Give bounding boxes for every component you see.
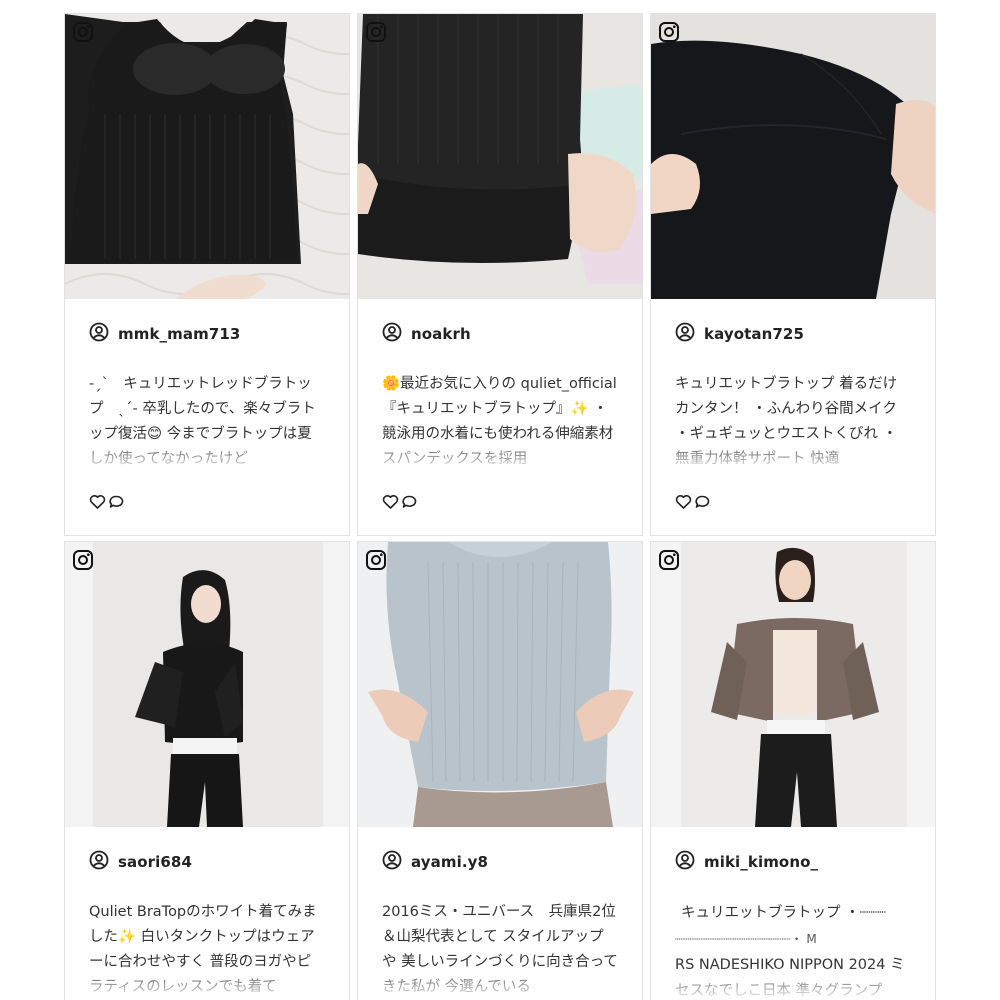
comment-icon[interactable]: [401, 494, 418, 514]
username: miki_kimono_: [704, 853, 819, 871]
caption-fade: [675, 966, 911, 1000]
post-actions: [675, 494, 711, 514]
instagram-icon: [364, 20, 388, 44]
username: ayami.y8: [411, 853, 489, 871]
post-photo[interactable]: [358, 542, 642, 827]
caption-fade: [382, 966, 618, 1000]
post-photo[interactable]: [651, 542, 935, 827]
post-caption: キュリエットブラトップ ・┈┈┈ ┈┈┈┈┈┈┈┈┈┈┈┈┈┈┈┈・ M RS …: [675, 900, 911, 1000]
post-caption: 🌼最近お気に入りの quliet_official 『キュリエットブラトップ』✨…: [382, 372, 618, 472]
post-photo[interactable]: [65, 14, 349, 299]
post-caption: 2016ミス・ユニバース 兵庫県2位＆山梨代表として スタイルアップや 美しいラ…: [382, 900, 618, 1000]
instagram-icon: [657, 548, 681, 572]
post-card[interactable]: noakrh 🌼最近お気に入りの quliet_official 『キュリエット…: [357, 13, 643, 536]
comment-icon[interactable]: [108, 494, 125, 514]
post-caption: キュリエットブラトップ 着るだけカンタン！ ・ふんわり谷間メイク ・ギュギュッと…: [675, 372, 911, 472]
user-circle-icon: [382, 850, 402, 874]
post-card[interactable]: kayotan725 キュリエットブラトップ 着るだけカンタン！ ・ふんわり谷間…: [650, 13, 936, 536]
post-author[interactable]: ayami.y8: [382, 850, 488, 874]
username: kayotan725: [704, 325, 805, 343]
instagram-icon: [71, 20, 95, 44]
user-circle-icon: [89, 850, 109, 874]
user-circle-icon: [675, 322, 695, 346]
post-card[interactable]: saori684 Quliet BraTopのホワイト着てみました✨ 白いタンク…: [64, 541, 350, 1000]
user-circle-icon: [675, 850, 695, 874]
post-photo[interactable]: [65, 542, 349, 827]
username: noakrh: [411, 325, 471, 343]
caption-fade: [89, 966, 325, 1000]
post-author[interactable]: saori684: [89, 850, 192, 874]
comment-icon[interactable]: [694, 494, 711, 514]
post-author[interactable]: kayotan725: [675, 322, 804, 346]
post-card[interactable]: ayami.y8 2016ミス・ユニバース 兵庫県2位＆山梨代表として スタイル…: [357, 541, 643, 1000]
post-author[interactable]: miki_kimono_: [675, 850, 818, 874]
username: mmk_mam713: [118, 325, 241, 343]
caption-fade: [382, 438, 618, 472]
post-caption: -ˏˋ キュリエットレッドブラトップ ˎˊ- 卒乳したので、楽々ブラトップ復活😊…: [89, 372, 325, 472]
instagram-icon: [364, 548, 388, 572]
post-card[interactable]: miki_kimono_ キュリエットブラトップ ・┈┈┈ ┈┈┈┈┈┈┈┈┈┈…: [650, 541, 936, 1000]
post-photo[interactable]: [358, 14, 642, 299]
caption-line: ┈┈┈┈┈┈┈┈┈┈┈┈┈┈┈┈・ M: [675, 932, 817, 946]
heart-icon[interactable]: [675, 494, 692, 514]
post-caption: Quliet BraTopのホワイト着てみました✨ 白いタンクトップはウェアーに…: [89, 900, 325, 1000]
instagram-icon: [657, 20, 681, 44]
post-photo[interactable]: [651, 14, 935, 299]
post-author[interactable]: mmk_mam713: [89, 322, 240, 346]
heart-icon[interactable]: [89, 494, 106, 514]
instagram-icon: [71, 548, 95, 572]
user-circle-icon: [382, 322, 402, 346]
caption-fade: [675, 438, 911, 472]
post-author[interactable]: noakrh: [382, 322, 471, 346]
heart-icon[interactable]: [382, 494, 399, 514]
post-actions: [89, 494, 125, 514]
user-circle-icon: [89, 322, 109, 346]
post-actions: [382, 494, 418, 514]
username: saori684: [118, 853, 193, 871]
post-card[interactable]: mmk_mam713 -ˏˋ キュリエットレッドブラトップ ˎˊ- 卒乳したので…: [64, 13, 350, 536]
caption-line: キュリエットブラトップ ・┈┈┈: [681, 905, 886, 921]
caption-fade: [89, 438, 325, 472]
